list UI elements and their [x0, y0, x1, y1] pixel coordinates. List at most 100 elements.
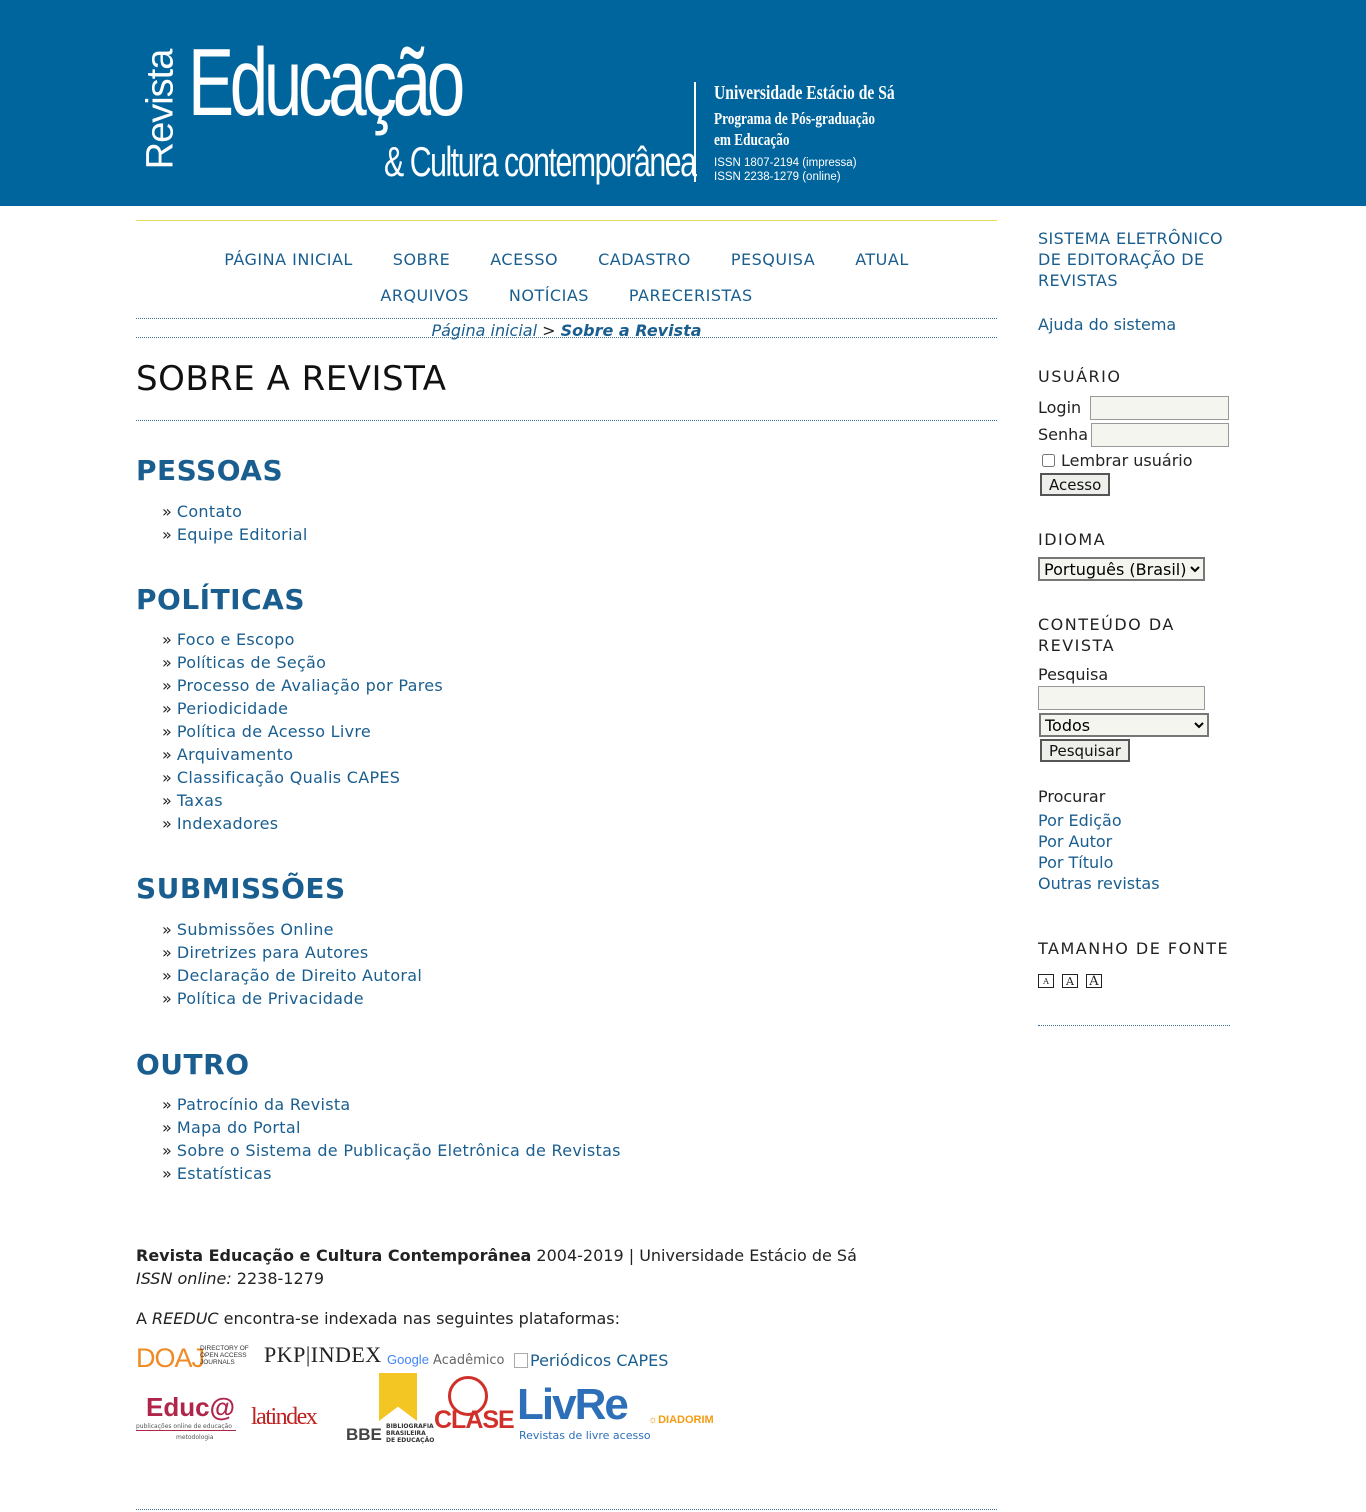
footer-divider — [136, 1509, 997, 1510]
nav-noticias[interactable]: NOTÍCIAS — [509, 286, 589, 305]
logo-educacao: Educação — [188, 29, 465, 136]
password-input[interactable] — [1091, 423, 1229, 447]
login-input[interactable] — [1090, 396, 1229, 420]
list-item: Arquivamento — [162, 743, 443, 766]
sidebar-developed-by: SISTEMA ELETRÔNICO DE EDITORAÇÃO DE REVI… — [1038, 228, 1230, 335]
browse-by-author[interactable]: Por Autor — [1038, 831, 1160, 852]
language-select[interactable]: Português (Brasil) — [1038, 557, 1205, 581]
footer-issn: ISSN online: 2238-1279 — [136, 1269, 324, 1288]
remember-checkbox[interactable] — [1042, 454, 1055, 467]
browse-label: Procurar — [1038, 787, 1106, 806]
browse-other-journals[interactable]: Outras revistas — [1038, 873, 1160, 894]
login-button[interactable]: Acesso — [1040, 473, 1111, 496]
search-label: Pesquisa — [1038, 665, 1109, 684]
browse-by-title[interactable]: Por Título — [1038, 852, 1160, 873]
search-scope-select[interactable]: Todos — [1039, 713, 1209, 737]
logo-cultura: & Cultura contemporânea — [384, 138, 697, 185]
list-item: Indexadores — [162, 812, 443, 835]
font-large-icon[interactable]: A — [1086, 974, 1102, 989]
top-accent-line — [136, 220, 997, 221]
link-foco-escopo[interactable]: Foco e Escopo — [177, 630, 295, 649]
user-title: USUÁRIO — [1038, 367, 1122, 386]
nav-arquivos[interactable]: ARQUIVOS — [380, 286, 469, 305]
pkp-index-logo[interactable]: PKP|INDEX — [264, 1342, 382, 1368]
breadcrumb-top-divider — [136, 318, 997, 319]
language-title: IDIOMA — [1038, 530, 1107, 549]
browse-by-issue[interactable]: Por Edição — [1038, 810, 1160, 831]
nav-pesquisa[interactable]: PESQUISA — [731, 250, 815, 269]
list-item: Submissões Online — [162, 918, 422, 941]
link-privacidade[interactable]: Política de Privacidade — [177, 989, 364, 1008]
link-estatisticas[interactable]: Estatísticas — [177, 1164, 272, 1183]
list-item: Patrocínio da Revista — [162, 1093, 621, 1116]
link-acesso-livre[interactable]: Política de Acesso Livre — [177, 722, 371, 741]
logo-issn-print: ISSN 1807-2194 (impressa) — [714, 157, 857, 169]
link-contato[interactable]: Contato — [177, 502, 242, 521]
search-input[interactable] — [1038, 686, 1205, 710]
link-qualis-capes[interactable]: Classificação Qualis CAPES — [177, 768, 400, 787]
outro-links: Patrocínio da Revista Mapa do Portal Sob… — [162, 1093, 621, 1185]
search-button[interactable]: Pesquisar — [1040, 739, 1130, 762]
doaj-logo[interactable]: DOAJ DIRECTORY OF OPEN ACCESS JOURNALS — [136, 1343, 258, 1373]
journal-logo[interactable]: Revista Educação & Cultura contemporânea… — [136, 29, 916, 196]
link-avaliacao-pares[interactable]: Processo de Avaliação por Pares — [177, 676, 443, 695]
login-label: Login — [1038, 398, 1082, 417]
font-small-icon[interactable]: A — [1038, 974, 1054, 988]
footer-journal-name: Revista Educação e Cultura Contemporânea — [136, 1246, 532, 1265]
list-item: Declaração de Direito Autoral — [162, 964, 422, 987]
link-indexadores[interactable]: Indexadores — [177, 814, 279, 833]
diadorim-logo[interactable]: ☼DIADORIM — [648, 1414, 714, 1426]
link-arquivamento[interactable]: Arquivamento — [177, 745, 294, 764]
section-title-politicas: POLÍTICAS — [136, 583, 305, 616]
password-label: Senha — [1038, 425, 1089, 444]
politicas-links: Foco e Escopo Políticas de Seção Process… — [162, 628, 443, 835]
link-patrocinio[interactable]: Patrocínio da Revista — [177, 1095, 351, 1114]
list-item: Estatísticas — [162, 1162, 621, 1185]
font-size-title: TAMANHO DE FONTE — [1038, 939, 1230, 958]
page-title: SOBRE A REVISTA — [136, 359, 447, 399]
sidebar-language-block: IDIOMA Português (Brasil) — [1038, 529, 1230, 581]
periodicos-capes-link[interactable]: Periódicos CAPES — [514, 1351, 668, 1370]
main-navbar: PÁGINA INICIAL SOBRE ACESSO CADASTRO PESQUIS… — [136, 242, 997, 314]
diadorim-sun-icon: ☼ — [648, 1414, 659, 1426]
link-politicas-secao[interactable]: Políticas de Seção — [177, 653, 326, 672]
footer-years-univ: 2004-2019 | Universidade Estácio de Sá — [531, 1246, 857, 1265]
google-academico-logo[interactable]: Google Acadêmico — [387, 1352, 504, 1368]
link-equipe-editorial[interactable]: Equipe Editorial — [177, 525, 308, 544]
nav-sobre[interactable]: SOBRE — [393, 250, 450, 269]
list-item: Equipe Editorial — [162, 523, 308, 546]
submissoes-links: Submissões Online Diretrizes para Autore… — [162, 918, 422, 1010]
educa-logo[interactable]: Educ@ publicações online de educação met… — [136, 1392, 238, 1446]
link-diretrizes-autores[interactable]: Diretrizes para Autores — [177, 943, 369, 962]
nav-cadastro[interactable]: CADASTRO — [598, 250, 691, 269]
logo-issn: ISSN 1807-2194 (impressa) ISSN 2238-1279… — [714, 156, 857, 184]
nav-pareceristas[interactable]: PARECERISTAS — [629, 286, 753, 305]
livre-logo[interactable]: LivRe Revistas de livre acesso — [517, 1380, 651, 1446]
link-submissoes-online[interactable]: Submissões Online — [177, 920, 334, 939]
nav-pagina-inicial[interactable]: PÁGINA INICIAL — [224, 250, 353, 269]
logo-university: Universidade Estácio de Sá — [714, 82, 895, 104]
clase-logo[interactable]: CLASE — [434, 1376, 515, 1446]
pessoas-links: Contato Equipe Editorial — [162, 500, 308, 546]
latindex-logo[interactable]: latindex — [251, 1404, 318, 1431]
nav-acesso[interactable]: ACESSO — [490, 250, 558, 269]
link-taxas[interactable]: Taxas — [177, 791, 223, 810]
link-sobre-sistema[interactable]: Sobre o Sistema de Publicação Eletrônica… — [177, 1141, 621, 1160]
link-mapa-portal[interactable]: Mapa do Portal — [177, 1118, 301, 1137]
nav-atual[interactable]: ATUAL — [855, 250, 909, 269]
section-title-pessoas: PESSOAS — [136, 454, 284, 487]
sidebar-content-block: CONTEÚDO DA REVISTA Pesquisa Todos Pesqu… — [1038, 614, 1230, 893]
list-item: Processo de Avaliação por Pares — [162, 674, 443, 697]
section-title-outro: OUTRO — [136, 1048, 250, 1081]
link-direito-autoral[interactable]: Declaração de Direito Autoral — [177, 966, 422, 985]
system-link[interactable]: SISTEMA ELETRÔNICO DE EDITORAÇÃO DE REVI… — [1038, 228, 1230, 291]
footer-reeduc: REEDUC — [152, 1309, 219, 1328]
sidebar-divider — [1038, 1025, 1230, 1026]
font-medium-icon[interactable]: A — [1062, 974, 1078, 988]
logo-program-line2: em Educação — [714, 130, 790, 149]
list-item: Mapa do Portal — [162, 1116, 621, 1139]
bbe-logo[interactable]: BBE BIBLIOGRAFIA BRASILEIRA DE EDUCAÇÃO — [346, 1373, 434, 1447]
link-periodicidade[interactable]: Periodicidade — [177, 699, 288, 718]
help-link[interactable]: Ajuda do sistema — [1038, 314, 1230, 335]
list-item: Taxas — [162, 789, 443, 812]
